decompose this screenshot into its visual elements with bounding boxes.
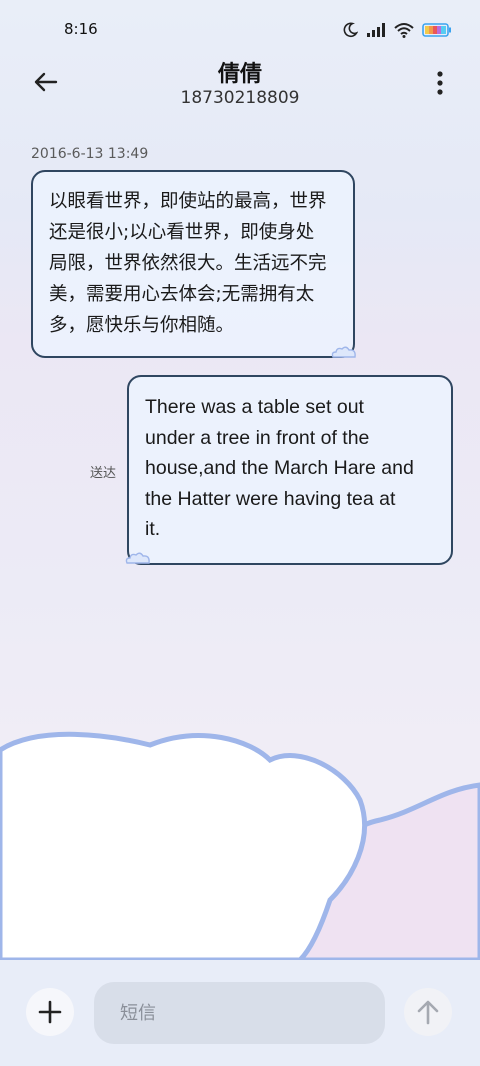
send-arrow-icon bbox=[417, 1000, 439, 1025]
message-line: 多，愿快乐与你相随。 bbox=[49, 315, 235, 336]
left-cloud bbox=[0, 731, 367, 963]
add-attachment-button[interactable] bbox=[26, 988, 74, 1036]
composer-bar bbox=[0, 960, 480, 1066]
message-line: 还是很小;以心看世界，即使身处 bbox=[49, 222, 315, 243]
message-line: it. bbox=[145, 518, 161, 540]
battery-icon bbox=[422, 23, 451, 37]
moon-icon bbox=[343, 22, 358, 38]
status-icons bbox=[342, 22, 452, 38]
signal-icon bbox=[367, 23, 385, 37]
plus-icon bbox=[38, 1000, 62, 1024]
message-timestamp: 2016-6-13 13:49 bbox=[31, 146, 149, 162]
sms-input[interactable] bbox=[94, 982, 385, 1044]
message-line: There was a table set out bbox=[145, 396, 364, 418]
conversation-header: 倩倩 18730218809 bbox=[0, 52, 480, 122]
message-line: 以眼看世界，即使站的最高，世界 bbox=[49, 191, 327, 212]
contact-name: 倩倩 bbox=[217, 62, 262, 87]
status-time: 8:16 bbox=[64, 20, 98, 38]
delivery-status: 送达 bbox=[90, 466, 117, 481]
message-line: 局限，世界依然很大。生活远不完 bbox=[49, 253, 327, 274]
more-vert-icon[interactable] bbox=[436, 70, 444, 96]
incoming-message-bubble[interactable]: 以眼看世界，即使站的最高，世界 还是很小;以心看世界，即使身处 局限，世界依然很… bbox=[31, 170, 355, 358]
message-line: under a tree in front of the bbox=[145, 426, 370, 449]
message-line: 美，需要用心去体会;无需拥有太 bbox=[49, 284, 315, 305]
outgoing-message-bubble[interactable]: There was a table set out under a tree i… bbox=[127, 375, 453, 565]
message-line: the Hatter were having tea at bbox=[145, 487, 396, 510]
status-bar: 8:16 bbox=[0, 0, 480, 60]
send-button[interactable] bbox=[404, 988, 452, 1036]
contact-number: 18730218809 bbox=[180, 88, 300, 108]
bubble-cloud-icon bbox=[125, 552, 150, 564]
message-line: house,and the March Hare and bbox=[145, 457, 414, 479]
wifi-icon bbox=[394, 23, 414, 38]
bubble-cloud-icon bbox=[331, 346, 356, 358]
